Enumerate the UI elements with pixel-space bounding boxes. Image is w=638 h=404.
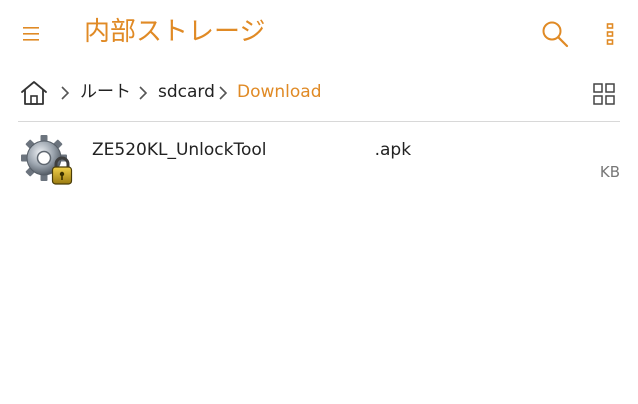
chevron-right-icon [61, 86, 70, 100]
app-title: 内部ストレージ [84, 17, 266, 47]
home-icon[interactable] [20, 80, 48, 106]
file-size: KB [599, 163, 620, 181]
divider [18, 121, 620, 122]
grid-view-icon[interactable] [593, 83, 615, 105]
breadcrumb-item-root[interactable]: ルート [80, 80, 131, 104]
file-list-item[interactable]: ZE520KL_UnlockTool .apk KB [0, 124, 638, 194]
chevron-right-icon [139, 86, 148, 100]
more-vert-icon[interactable] [602, 22, 618, 46]
menu-icon[interactable] [22, 24, 42, 44]
breadcrumb-item-download[interactable]: Download [237, 80, 322, 104]
search-icon[interactable] [540, 19, 570, 49]
file-manager-app: 内部ストレージ ルート sdcard Download ZE520KL_Unlo… [0, 0, 638, 404]
apk-gear-lock-icon [21, 135, 73, 185]
breadcrumb-item-sdcard[interactable]: sdcard [158, 80, 215, 104]
file-name: ZE520KL_UnlockTool .apk [92, 140, 412, 160]
breadcrumb: ルート sdcard Download [0, 74, 638, 112]
chevron-right-icon [219, 86, 228, 100]
app-bar: 内部ストレージ [0, 0, 638, 66]
